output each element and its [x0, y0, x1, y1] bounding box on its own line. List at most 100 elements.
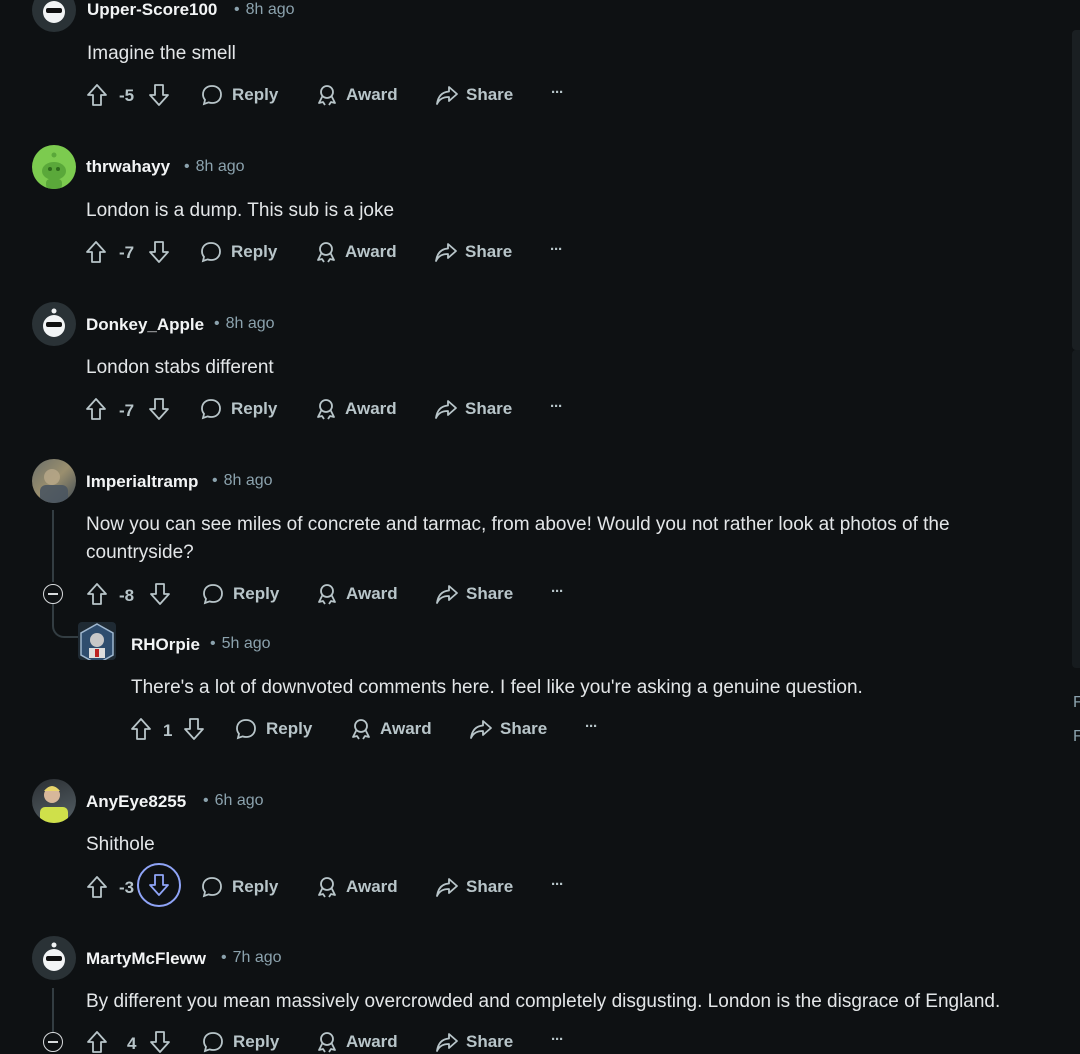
more-options-button[interactable]: ···: [551, 1031, 564, 1048]
award-icon: [317, 399, 335, 420]
thread-line: [52, 510, 54, 582]
comment-time[interactable]: • 6h ago: [203, 792, 264, 810]
comment-body: Shithole: [86, 834, 155, 855]
downvote-icon: [150, 1031, 170, 1053]
share-icon: [435, 243, 457, 262]
reply-button[interactable]: Reply: [235, 718, 312, 740]
upvote-button[interactable]: [85, 397, 107, 421]
vote-score: -8: [119, 586, 135, 605]
time-text: 7h ago: [232, 949, 282, 966]
comment-body: Now you can see miles of concrete and ta…: [86, 514, 950, 563]
upvote-button[interactable]: [130, 717, 152, 741]
award-button[interactable]: Award: [316, 583, 398, 605]
reply-button[interactable]: Reply: [201, 84, 278, 106]
share-button[interactable]: Share: [434, 398, 512, 420]
downvote-icon: [149, 241, 169, 263]
more-options-button[interactable]: ···: [551, 876, 564, 893]
award-button[interactable]: Award: [315, 241, 397, 263]
upvote-icon: [87, 84, 107, 106]
sidebar-clipped-text: F: [1073, 728, 1080, 745]
upvote-button[interactable]: [86, 582, 108, 606]
upvote-button[interactable]: [86, 875, 108, 899]
downvote-button[interactable]: [149, 582, 171, 606]
downvote-button[interactable]: [148, 240, 170, 264]
comment-time[interactable]: • 8h ago: [184, 158, 245, 176]
award-button[interactable]: Award: [316, 876, 398, 898]
downvote-button[interactable]: [149, 1030, 171, 1054]
comment-author[interactable]: Upper-Score100: [87, 0, 217, 20]
reply-label: Reply: [232, 85, 279, 104]
comment-time[interactable]: • 5h ago: [210, 635, 271, 653]
more-options-button[interactable]: ···: [585, 718, 598, 735]
award-icon: [318, 584, 336, 605]
sidebar-edge: [1072, 350, 1080, 668]
comment-author[interactable]: MartyMcFleww: [86, 949, 206, 969]
reply-button[interactable]: Reply: [200, 398, 277, 420]
comment-author[interactable]: thrwahayy: [86, 157, 170, 177]
comment-author[interactable]: Imperialtramp: [86, 472, 198, 492]
reply-button[interactable]: Reply: [202, 583, 279, 605]
vote-score: 1: [163, 721, 173, 740]
share-icon: [435, 400, 457, 419]
avatar[interactable]: [78, 622, 116, 660]
avatar[interactable]: [32, 145, 76, 189]
downvote-button[interactable]: [137, 863, 181, 907]
more-options-button[interactable]: ···: [551, 583, 564, 600]
award-label: Award: [346, 85, 398, 104]
reply-button[interactable]: Reply: [202, 1031, 279, 1053]
award-label: Award: [346, 877, 398, 896]
comment-author[interactable]: AnyEye8255: [86, 792, 186, 812]
avatar[interactable]: [32, 302, 76, 346]
reply-button[interactable]: Reply: [201, 876, 278, 898]
downvote-button[interactable]: [148, 83, 170, 107]
upvote-icon: [86, 398, 106, 420]
more-options-button[interactable]: ···: [550, 398, 563, 415]
upvote-icon: [87, 583, 107, 605]
reply-label: Reply: [266, 719, 313, 738]
share-icon: [436, 1033, 458, 1052]
upvote-button[interactable]: [86, 83, 108, 107]
comment-icon: [201, 399, 221, 420]
more-options-button[interactable]: ···: [551, 84, 564, 101]
upvote-icon: [87, 876, 107, 898]
share-button[interactable]: Share: [435, 84, 513, 106]
upvote-button[interactable]: [86, 1030, 108, 1054]
comment-body: By different you mean massively overcrow…: [86, 991, 1001, 1012]
upvote-button[interactable]: [85, 240, 107, 264]
reply-button[interactable]: Reply: [200, 241, 277, 263]
time-text: 6h ago: [214, 792, 264, 809]
award-icon: [318, 877, 336, 898]
avatar[interactable]: [32, 936, 76, 980]
comment-author[interactable]: Donkey_Apple: [86, 315, 204, 335]
reply-label: Reply: [233, 1032, 280, 1051]
award-icon: [318, 1032, 336, 1053]
award-label: Award: [346, 584, 398, 603]
share-button[interactable]: Share: [435, 876, 513, 898]
reply-label: Reply: [231, 399, 278, 418]
share-button[interactable]: Share: [434, 241, 512, 263]
collapse-thread-button[interactable]: [43, 1032, 63, 1052]
downvote-button[interactable]: [148, 397, 170, 421]
avatar[interactable]: [32, 0, 76, 32]
comment-author[interactable]: RHOrpie: [131, 635, 200, 655]
award-label: Award: [380, 719, 432, 738]
award-button[interactable]: Award: [315, 398, 397, 420]
award-label: Award: [345, 242, 397, 261]
avatar[interactable]: [32, 459, 76, 503]
share-button[interactable]: Share: [435, 1031, 513, 1053]
avatar[interactable]: [32, 779, 76, 823]
award-button[interactable]: Award: [316, 1031, 398, 1053]
comment-time[interactable]: • 8h ago: [212, 472, 273, 490]
share-button[interactable]: Share: [435, 583, 513, 605]
share-button[interactable]: Share: [469, 718, 547, 740]
collapse-thread-button[interactable]: [43, 584, 63, 604]
award-button[interactable]: Award: [350, 718, 432, 740]
award-button[interactable]: Award: [316, 84, 398, 106]
more-options-button[interactable]: ···: [550, 241, 563, 258]
share-label: Share: [465, 242, 513, 261]
share-label: Share: [466, 85, 514, 104]
downvote-button[interactable]: [183, 717, 205, 741]
comment-time[interactable]: • 8h ago: [214, 315, 275, 333]
comment-time[interactable]: • 8h ago: [234, 1, 295, 19]
comment-time[interactable]: • 7h ago: [221, 949, 282, 967]
